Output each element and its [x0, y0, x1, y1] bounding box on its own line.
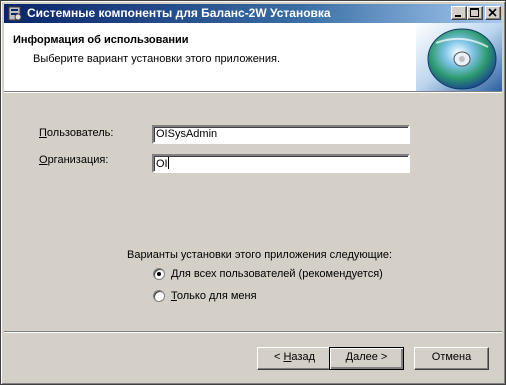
page-subtitle: Выберите вариант установки этого приложе…: [33, 53, 281, 65]
radio-all-users[interactable]: [153, 268, 165, 280]
radio-selected-dot: [157, 272, 161, 276]
next-button[interactable]: Далее >: [329, 347, 404, 370]
header-banner: Информация об использовании Выберите вар…: [4, 23, 502, 91]
close-icon: [488, 8, 497, 17]
user-label: Пользователь:: [39, 127, 114, 139]
installer-window: Системные компоненты для Баланс-2W Устан…: [0, 0, 506, 385]
window-title: Системные компоненты для Баланс-2W Устан…: [27, 6, 331, 20]
install-options-prompt: Варианты установки этого приложения след…: [127, 249, 393, 261]
text-cursor: [167, 157, 169, 169]
only-me-label[interactable]: Только для меня: [171, 290, 257, 302]
title-bar[interactable]: Системные компоненты для Баланс-2W Устан…: [4, 4, 502, 23]
all-users-label[interactable]: Для всех пользователей (рекомендуется): [171, 268, 383, 280]
footer-divider: [4, 331, 502, 333]
close-button[interactable]: [485, 6, 501, 20]
page-title: Информация об использовании: [13, 34, 189, 46]
maximize-button[interactable]: [467, 6, 483, 20]
user-name-field[interactable]: OISysAdmin: [152, 125, 410, 144]
cd-disc-icon: [416, 23, 502, 91]
cancel-button[interactable]: Отмена: [414, 347, 489, 370]
back-button[interactable]: < Назад: [257, 347, 332, 370]
maximize-icon: [470, 8, 479, 17]
organization-label: Организация:: [39, 154, 109, 166]
radio-only-me[interactable]: [153, 290, 165, 302]
installer-app-icon: [8, 6, 22, 21]
header-divider: [4, 91, 502, 93]
minimize-icon: [455, 15, 461, 17]
organization-field[interactable]: OI: [152, 154, 410, 173]
minimize-button[interactable]: [451, 6, 467, 20]
